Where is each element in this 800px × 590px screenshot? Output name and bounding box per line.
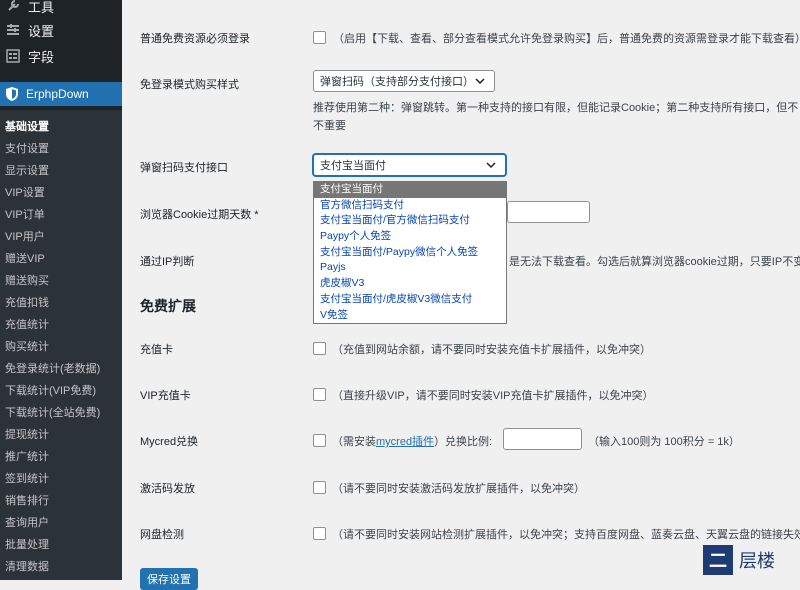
option-alipay-f2f[interactable]: 支付宝当面付 <box>314 182 506 198</box>
option-wechat-qr[interactable]: 官方微信扫码支付 <box>314 198 506 214</box>
vip-card-label: VIP充值卡 <box>140 390 191 402</box>
mycred-label: Mycred兑换 <box>140 436 199 448</box>
watermark-logo: 二 <box>703 545 733 575</box>
admin-sidebar: 工具 设置 字段 ErphpDown 基础设置 支付设置 显示设置 VIP设置 … <box>0 0 122 580</box>
submenu-item-gift-vip[interactable]: 赠送VIP <box>5 250 45 266</box>
ip-check-label: 通过IP判断 <box>140 256 195 268</box>
free-extensions-heading: 免费扩展 <box>140 298 196 314</box>
submenu-item-vip-orders[interactable]: VIP订单 <box>5 206 45 222</box>
cookie-days-label: 浏览器Cookie过期天数 * <box>140 209 259 221</box>
guest-buy-style-desc1: 推荐使用第二种：弹窗跳转。第一种支持的接口有限，但能记录Cookie；第二种支持… <box>313 102 799 114</box>
submenu-item-query-user[interactable]: 查询用户 <box>5 514 49 530</box>
login-required-desc: （启用【下载、查看、部分查看模式允许免登录购买】后，普通免费的资源需登录才能下载… <box>333 33 800 45</box>
submenu-item-basic[interactable]: 基础设置 <box>5 118 49 134</box>
option-payjs[interactable]: Payjs <box>314 260 506 276</box>
netdisk-check-checkbox[interactable] <box>313 527 326 540</box>
chevron-down-icon <box>486 162 496 169</box>
popup-gateway-options[interactable]: 支付宝当面付 官方微信扫码支付 支付宝当面付/官方微信扫码支付 Paypy个人免… <box>313 181 507 325</box>
submenu-item-withdraw-stats[interactable]: 提现统计 <box>5 426 49 442</box>
activation-code-checkbox[interactable] <box>313 481 326 494</box>
mycred-desc-pre: （需安装 <box>332 436 376 448</box>
submenu-item-download-free[interactable]: 下载统计(全站免费) <box>5 404 100 420</box>
mycred-plugin-link[interactable]: mycred插件 <box>376 436 434 448</box>
chevron-down-icon <box>475 78 485 85</box>
recharge-card-label: 充值卡 <box>140 344 173 356</box>
recharge-card-checkbox[interactable] <box>313 342 326 355</box>
shield-icon <box>6 87 18 101</box>
submenu-item-payment[interactable]: 支付设置 <box>5 140 49 156</box>
menu-fields[interactable]: 字段 <box>0 44 122 68</box>
save-button[interactable]: 保存设置 <box>140 568 198 590</box>
mycred-desc-post: ）兑换比例: <box>434 436 493 448</box>
menu-erphpdown-label: ErphpDown <box>26 87 89 101</box>
mycred-ratio-input[interactable] <box>503 428 582 450</box>
menu-tools-label: 工具 <box>28 0 55 15</box>
fields-icon <box>6 49 20 63</box>
login-required-label: 普通免费资源必须登录 <box>140 33 250 45</box>
erphpdown-submenu: 基础设置 支付设置 显示设置 VIP设置 VIP订单 VIP用户 赠送VIP 赠… <box>0 110 122 580</box>
wrench-icon <box>6 0 20 13</box>
settings-icon <box>6 23 20 37</box>
submenu-item-checkin-stats[interactable]: 签到统计 <box>5 470 49 486</box>
activation-code-desc: （请不要同时安装激活码发放扩展插件，以免冲突） <box>332 483 585 495</box>
submenu-item-recharge-stats[interactable]: 充值统计 <box>5 316 49 332</box>
mycred-desc: （需安装mycred插件）兑换比例: <box>332 433 492 449</box>
popup-gateway-label: 弹窗扫码支付接口 <box>140 162 228 174</box>
submenu-item-recharge-deduct[interactable]: 充值扣钱 <box>5 294 49 310</box>
submenu-item-guest-stats[interactable]: 免登录统计(老数据) <box>5 360 100 376</box>
popup-gateway-select[interactable]: 支付宝当面付 <box>313 154 506 176</box>
submenu-item-download-vip[interactable]: 下载统计(VIP免费) <box>5 382 96 398</box>
recharge-card-desc: （充值到网站余额，请不要同时安装充值卡扩展插件，以免冲突） <box>332 344 651 356</box>
mycred-ratio-hint: （输入100则为 100积分 = 1k） <box>588 436 740 448</box>
cookie-days-input[interactable] <box>507 201 590 223</box>
option-paypy[interactable]: Paypy个人免签 <box>314 229 506 245</box>
option-alipay-hupijiao[interactable]: 支付宝当面付/虎皮椒V3微信支付 <box>314 292 506 308</box>
submenu-item-batch[interactable]: 批量处理 <box>5 536 49 552</box>
site-watermark: 二 层楼 <box>703 543 793 577</box>
option-alipay-paypy[interactable]: 支付宝当面付/Paypy微信个人免签 <box>314 245 506 261</box>
netdisk-check-desc: （请不要同时安装网站检测扩展插件，以免冲突；支持百度网盘、蓝奏云盘、天翼云盘的链… <box>332 529 800 541</box>
submenu-item-clean-data[interactable]: 清理数据 <box>5 558 49 574</box>
vip-card-checkbox[interactable] <box>313 388 326 401</box>
menu-settings-label: 设置 <box>28 23 55 39</box>
mycred-checkbox[interactable] <box>313 434 326 447</box>
watermark-text: 层楼 <box>739 551 775 572</box>
menu-settings[interactable]: 设置 <box>0 18 122 42</box>
popup-gateway-value: 支付宝当面付 <box>320 160 386 172</box>
submenu-item-gift-purchase[interactable]: 赠送购买 <box>5 272 49 288</box>
submenu-item-purchase-stats[interactable]: 购买统计 <box>5 338 49 354</box>
guest-buy-style-value: 弹窗扫码（支持部分支付接口） <box>320 76 474 88</box>
submenu-item-vip-settings[interactable]: VIP设置 <box>5 184 45 200</box>
submenu-item-display[interactable]: 显示设置 <box>5 162 49 178</box>
activation-code-label: 激活码发放 <box>140 483 195 495</box>
guest-buy-style-select[interactable]: 弹窗扫码（支持部分支付接口） <box>313 70 495 92</box>
option-hupijiao[interactable]: 虎皮椒V3 <box>314 276 506 292</box>
netdisk-check-label: 网盘检测 <box>140 529 184 541</box>
menu-erphpdown[interactable]: ErphpDown <box>0 82 122 106</box>
submenu-item-referral-stats[interactable]: 推广统计 <box>5 448 49 464</box>
guest-buy-style-desc2: 不重要 <box>313 120 346 132</box>
login-required-checkbox[interactable] <box>313 31 326 44</box>
guest-buy-style-label: 免登录模式购买样式 <box>140 79 239 91</box>
submenu-item-sales-rank[interactable]: 销售排行 <box>5 492 49 508</box>
submenu-item-vip-users[interactable]: VIP用户 <box>5 228 45 244</box>
option-alipay-wechat[interactable]: 支付宝当面付/官方微信扫码支付 <box>314 213 506 229</box>
menu-tools[interactable]: 工具 <box>0 0 122 18</box>
vip-card-desc: （直接升级VIP，请不要同时安装VIP充值卡扩展插件，以免冲突） <box>332 390 654 402</box>
option-vmianqian[interactable]: V免签 <box>314 308 506 324</box>
ip-check-desc: 是无法下载查看。勾选后就算浏览器cookie过期，只要IP不变 <box>509 256 800 268</box>
menu-fields-label: 字段 <box>28 49 55 65</box>
